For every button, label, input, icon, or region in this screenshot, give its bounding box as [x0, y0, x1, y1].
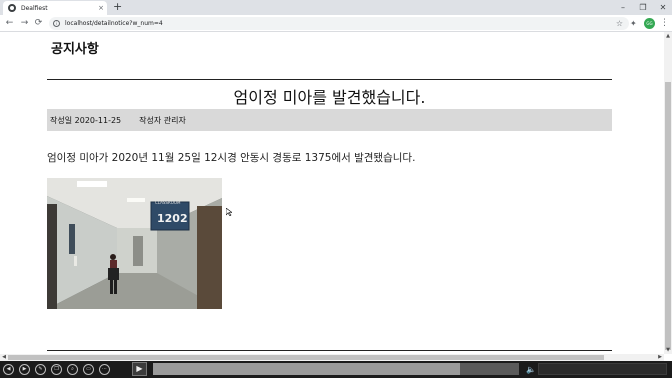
- more-options-icon[interactable]: ⋯: [99, 364, 110, 375]
- browser-window: Dealfiest × + – ❐ ✕ ← → ⟳ i localhost/de…: [0, 0, 672, 378]
- browser-menu-icon[interactable]: ⋮: [660, 17, 669, 30]
- seek-progress-fill: [153, 363, 461, 375]
- tab-strip: Dealfiest × + – ❐ ✕: [0, 0, 672, 15]
- pen-tool-icon[interactable]: ✎: [35, 364, 46, 375]
- date-label: 작성일: [50, 115, 73, 125]
- close-window-button[interactable]: ✕: [652, 0, 672, 15]
- url-text[interactable]: localhost/detailnotice?w_num=4: [65, 20, 616, 27]
- scroll-right-arrow-icon[interactable]: ▶: [656, 354, 664, 361]
- post-photo: CLASSROOM 1202: [47, 178, 222, 309]
- scroll-down-arrow-icon[interactable]: ▼: [664, 346, 672, 354]
- page-content: 공지사항 엄이정 미아를 발견했습니다. 작성일 2020-11-25 작성자 …: [0, 32, 664, 354]
- minimize-button[interactable]: –: [612, 0, 634, 15]
- post-author: 관리자: [163, 115, 186, 125]
- volume-slider[interactable]: [538, 363, 667, 375]
- profile-avatar[interactable]: GG: [644, 18, 655, 29]
- photo-sign-caption: CLASSROOM: [155, 200, 181, 205]
- media-player-bar: ◀ ▶ ✎ ❐ ⌕ ▭ ⋯ ▶ 🔈: [0, 361, 672, 378]
- post-body: 엄이정 미아가 2020년 11월 25일 12시경 안동시 경동로 1375에…: [47, 152, 416, 164]
- photo-room-number: 1202: [157, 212, 188, 225]
- browser-tab[interactable]: Dealfiest ×: [3, 1, 107, 15]
- divider-top: [47, 79, 612, 80]
- divider-bottom: [47, 350, 612, 351]
- rewind-button-icon[interactable]: ◀: [3, 364, 14, 375]
- caption-icon[interactable]: ▭: [83, 364, 94, 375]
- bookmark-star-icon[interactable]: ☆: [616, 19, 623, 28]
- forward-button-icon[interactable]: ▶: [19, 364, 30, 375]
- post-meta-bar: 작성일 2020-11-25 작성자 관리자: [47, 109, 612, 131]
- extensions-puzzle-icon[interactable]: ✦: [630, 17, 637, 30]
- author-label: 작성자: [139, 115, 162, 125]
- play-button[interactable]: ▶: [132, 362, 147, 376]
- site-favicon-icon: [8, 4, 16, 12]
- new-tab-button[interactable]: +: [113, 1, 122, 13]
- browser-toolbar: ← → ⟳ i localhost/detailnotice?w_num=4 ☆…: [0, 15, 672, 32]
- tab-title: Dealfiest: [21, 4, 48, 12]
- restore-button[interactable]: ❐: [632, 0, 654, 15]
- post-date: 2020-11-25: [74, 115, 122, 125]
- horizontal-scroll-thumb[interactable]: [8, 355, 604, 360]
- seek-bar[interactable]: [153, 363, 519, 375]
- post-title: 엄이정 미아를 발견했습니다.: [233, 88, 426, 107]
- section-heading: 공지사항: [51, 42, 99, 57]
- site-info-icon[interactable]: i: [53, 20, 60, 27]
- copy-icon[interactable]: ❐: [51, 364, 62, 375]
- volume-icon[interactable]: 🔈: [526, 364, 536, 375]
- address-bar[interactable]: i localhost/detailnotice?w_num=4 ☆: [49, 17, 629, 30]
- zoom-icon[interactable]: ⌕: [67, 364, 78, 375]
- scroll-left-arrow-icon[interactable]: ◀: [0, 354, 8, 361]
- scroll-up-arrow-icon[interactable]: ▲: [664, 32, 672, 40]
- tab-close-icon[interactable]: ×: [95, 4, 107, 12]
- mouse-pointer-icon: [226, 208, 232, 216]
- horizontal-scrollbar[interactable]: ◀ ▶: [0, 354, 664, 361]
- reload-button[interactable]: ⟳: [32, 17, 45, 30]
- back-button[interactable]: ←: [3, 17, 16, 30]
- forward-button[interactable]: →: [18, 17, 31, 30]
- vertical-scrollbar[interactable]: ▲ ▼: [664, 32, 672, 354]
- vertical-scroll-thumb[interactable]: [665, 82, 671, 350]
